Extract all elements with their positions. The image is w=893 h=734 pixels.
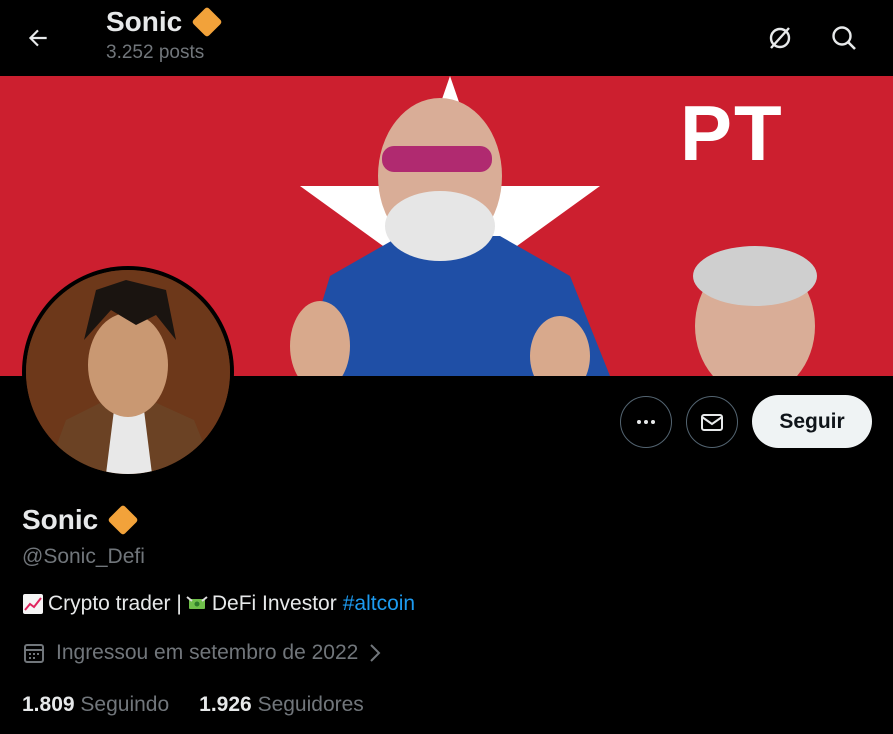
following-count: 1.809 xyxy=(22,693,75,716)
back-arrow-icon xyxy=(28,29,47,47)
calendar-icon xyxy=(24,644,44,663)
more-icon xyxy=(637,420,655,424)
join-date-text: Ingressou em setembro de 2022 xyxy=(56,641,359,664)
bio-text-2: DeFi Investor xyxy=(211,592,337,615)
top-bar: Sonic 3.252 posts xyxy=(0,0,893,76)
search-button[interactable] xyxy=(824,18,864,58)
verified-diamond-icon xyxy=(107,504,139,536)
bio-text-1: Crypto trader | xyxy=(48,592,182,615)
avatar-image xyxy=(26,270,230,474)
envelope-icon xyxy=(701,414,723,431)
profile-name: Sonic xyxy=(22,504,99,535)
grok-button[interactable] xyxy=(760,18,800,58)
grok-icon xyxy=(769,27,791,49)
follow-button[interactable]: Seguir xyxy=(752,395,872,448)
followers-link[interactable]: 1.926 Seguidores xyxy=(199,693,364,717)
following-link[interactable]: 1.809 Seguindo xyxy=(22,693,169,717)
banner-text: PT xyxy=(680,89,784,177)
back-button[interactable] xyxy=(20,20,56,56)
profile-name-row: Sonic xyxy=(22,504,139,536)
avatar[interactable] xyxy=(22,266,234,478)
header-title-block: Sonic 3.252 posts xyxy=(106,6,223,64)
verified-diamond-icon xyxy=(191,6,223,38)
chevron-right-icon xyxy=(370,644,381,662)
message-button[interactable] xyxy=(686,396,738,448)
follow-stats: 1.809 Seguindo 1.926 Seguidores xyxy=(22,693,364,717)
profile-bio: Crypto trader | DeFi Investor #altcoin xyxy=(22,592,415,616)
posts-count: 3.252 posts xyxy=(106,42,205,63)
header-name: Sonic xyxy=(106,6,183,37)
more-button[interactable] xyxy=(620,396,672,448)
profile-handle: @Sonic_Defi xyxy=(22,545,145,568)
search-icon xyxy=(832,26,856,50)
followers-count: 1.926 xyxy=(199,693,252,716)
following-label: Seguindo xyxy=(80,693,170,716)
money-wings-icon xyxy=(186,596,208,609)
join-date[interactable]: Ingressou em setembro de 2022 xyxy=(22,641,382,665)
followers-label: Seguidores xyxy=(257,693,364,716)
header-title: Sonic xyxy=(106,6,223,38)
chart-increasing-icon xyxy=(23,594,43,614)
bio-hashtag-link[interactable]: #altcoin xyxy=(343,592,415,616)
